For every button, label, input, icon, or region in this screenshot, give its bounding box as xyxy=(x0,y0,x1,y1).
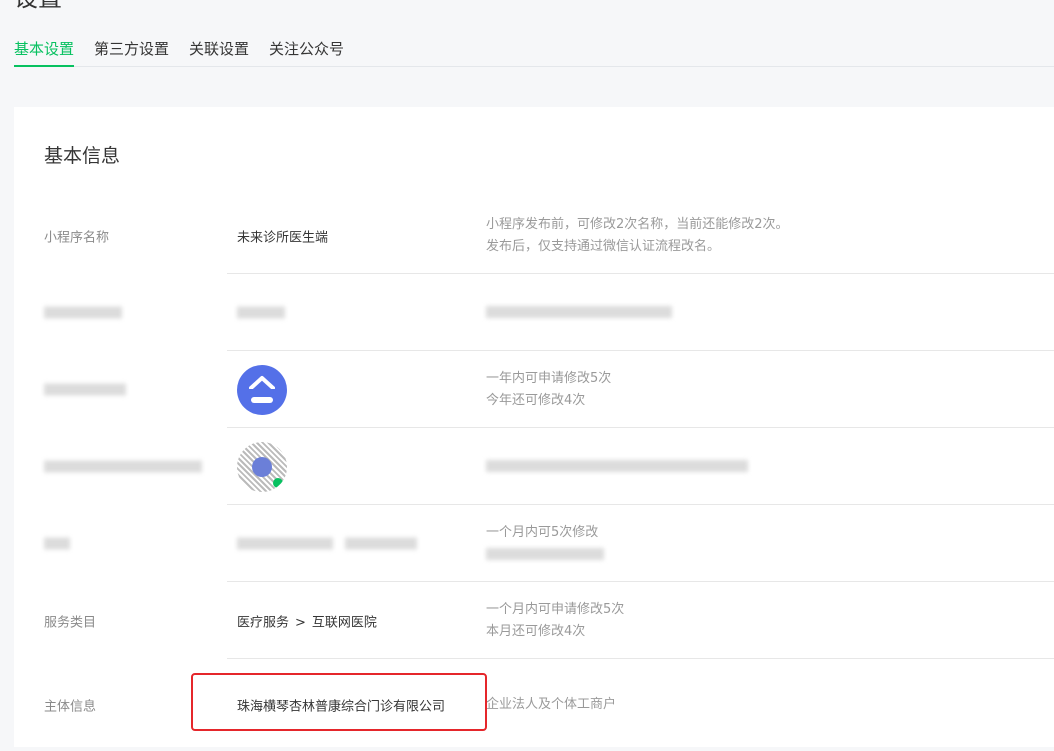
mini-program-name-value: 未来诊所医生端 xyxy=(237,230,329,245)
panel-title: 基本信息 xyxy=(44,145,121,167)
row-label-blurred-1 xyxy=(44,305,122,320)
subject-description: 企业法人及个体工商户 xyxy=(486,694,616,716)
tab-basic-settings[interactable]: 基本设置 xyxy=(14,36,75,67)
row-desc-blurred-1 xyxy=(486,302,672,324)
row-value-blurred-1 xyxy=(237,305,285,320)
avatar-description: 一年内可申请修改5次 今年还可修改4次 xyxy=(486,368,611,412)
intro-value xyxy=(237,536,418,551)
row-service-category: 服务类目 医疗服务 > 互联网医院 一个月内可申请修改5次 本月还可修改4次 xyxy=(14,582,1054,659)
mini-program-qrcode[interactable] xyxy=(237,441,287,492)
row-desc-qrcode xyxy=(486,456,748,478)
avatar-desc-line1: 一年内可申请修改5次 xyxy=(486,370,612,386)
row-label-subject: 主体信息 xyxy=(44,699,97,715)
blurred-text xyxy=(345,537,418,550)
tab-related-settings[interactable]: 关联设置 xyxy=(189,36,249,66)
category-description: 一个月内可申请修改5次 本月还可修改4次 xyxy=(486,599,624,643)
mini-program-avatar[interactable] xyxy=(237,364,287,415)
row-label-category: 服务类目 xyxy=(44,615,97,630)
name-desc-line1: 小程序发布前，可修改2次名称，当前还能修改2次。 xyxy=(486,216,789,232)
basic-info-panel: 基本信息 小程序名称 未来诊所医生端 小程序发布前，可修改2次名称，当前还能修改… xyxy=(14,107,1054,747)
intro-desc-line2 xyxy=(486,544,604,566)
category-desc-line2: 本月还可修改4次 xyxy=(486,623,586,639)
row-blurred-1 xyxy=(14,274,1054,351)
blurred-text xyxy=(486,460,748,472)
row-label-intro xyxy=(44,536,70,551)
page-title: 设置 xyxy=(14,0,62,10)
row-mini-program-name: 小程序名称 未来诊所医生端 小程序发布前，可修改2次名称，当前还能修改2次。 发… xyxy=(14,197,1054,274)
category-desc-line1: 一个月内可申请修改5次 xyxy=(486,601,625,617)
intro-description: 一个月内可5次修改 xyxy=(486,522,604,566)
avatar-desc-line2: 今年还可修改4次 xyxy=(486,392,586,408)
service-category-value: 医疗服务 > 互联网医院 xyxy=(237,611,377,630)
row-subject-info: 主体信息 珠海横琴杏林普康综合门诊有限公司 企业法人及个体工商户 xyxy=(14,659,1054,751)
blurred-text xyxy=(44,460,202,473)
tab-follow-official-account[interactable]: 关注公众号 xyxy=(269,36,344,66)
highlight-annotation-box xyxy=(191,673,487,731)
name-description: 小程序发布前，可修改2次名称，当前还能修改2次。 发布后，仅支持通过微信认证流程… xyxy=(486,214,789,258)
tab-bar: 基本设置 第三方设置 关联设置 关注公众号 xyxy=(14,36,1054,67)
blurred-text xyxy=(486,548,604,560)
blurred-text xyxy=(44,537,70,550)
blurred-text xyxy=(44,306,122,319)
name-desc-line2: 发布后，仅支持通过微信认证流程改名。 xyxy=(486,238,721,254)
tab-third-party-settings[interactable]: 第三方设置 xyxy=(94,36,169,66)
category-secondary: 互联网医院 xyxy=(311,615,377,630)
subject-desc-line1: 企业法人及个体工商户 xyxy=(486,697,617,712)
blurred-text xyxy=(486,306,672,318)
info-rows: 小程序名称 未来诊所医生端 小程序发布前，可修改2次名称，当前还能修改2次。 发… xyxy=(14,197,1054,751)
intro-desc-line1: 一个月内可5次修改 xyxy=(486,524,599,540)
wechat-badge-icon xyxy=(273,477,283,488)
category-primary: 医疗服务 xyxy=(237,615,290,630)
row-label-qrcode xyxy=(44,459,202,474)
blurred-text xyxy=(44,383,126,396)
row-label-name: 小程序名称 xyxy=(44,230,110,245)
row-qrcode xyxy=(14,428,1054,505)
row-intro: 一个月内可5次修改 xyxy=(14,505,1054,582)
avatar-bar xyxy=(251,396,273,403)
row-avatar: 一年内可申请修改5次 今年还可修改4次 xyxy=(14,351,1054,428)
row-label-avatar xyxy=(44,382,126,397)
house-icon xyxy=(249,375,275,389)
category-arrow: > xyxy=(295,615,306,630)
blurred-text xyxy=(237,306,285,319)
qrcode-logo xyxy=(252,456,272,477)
blurred-text xyxy=(237,537,333,550)
